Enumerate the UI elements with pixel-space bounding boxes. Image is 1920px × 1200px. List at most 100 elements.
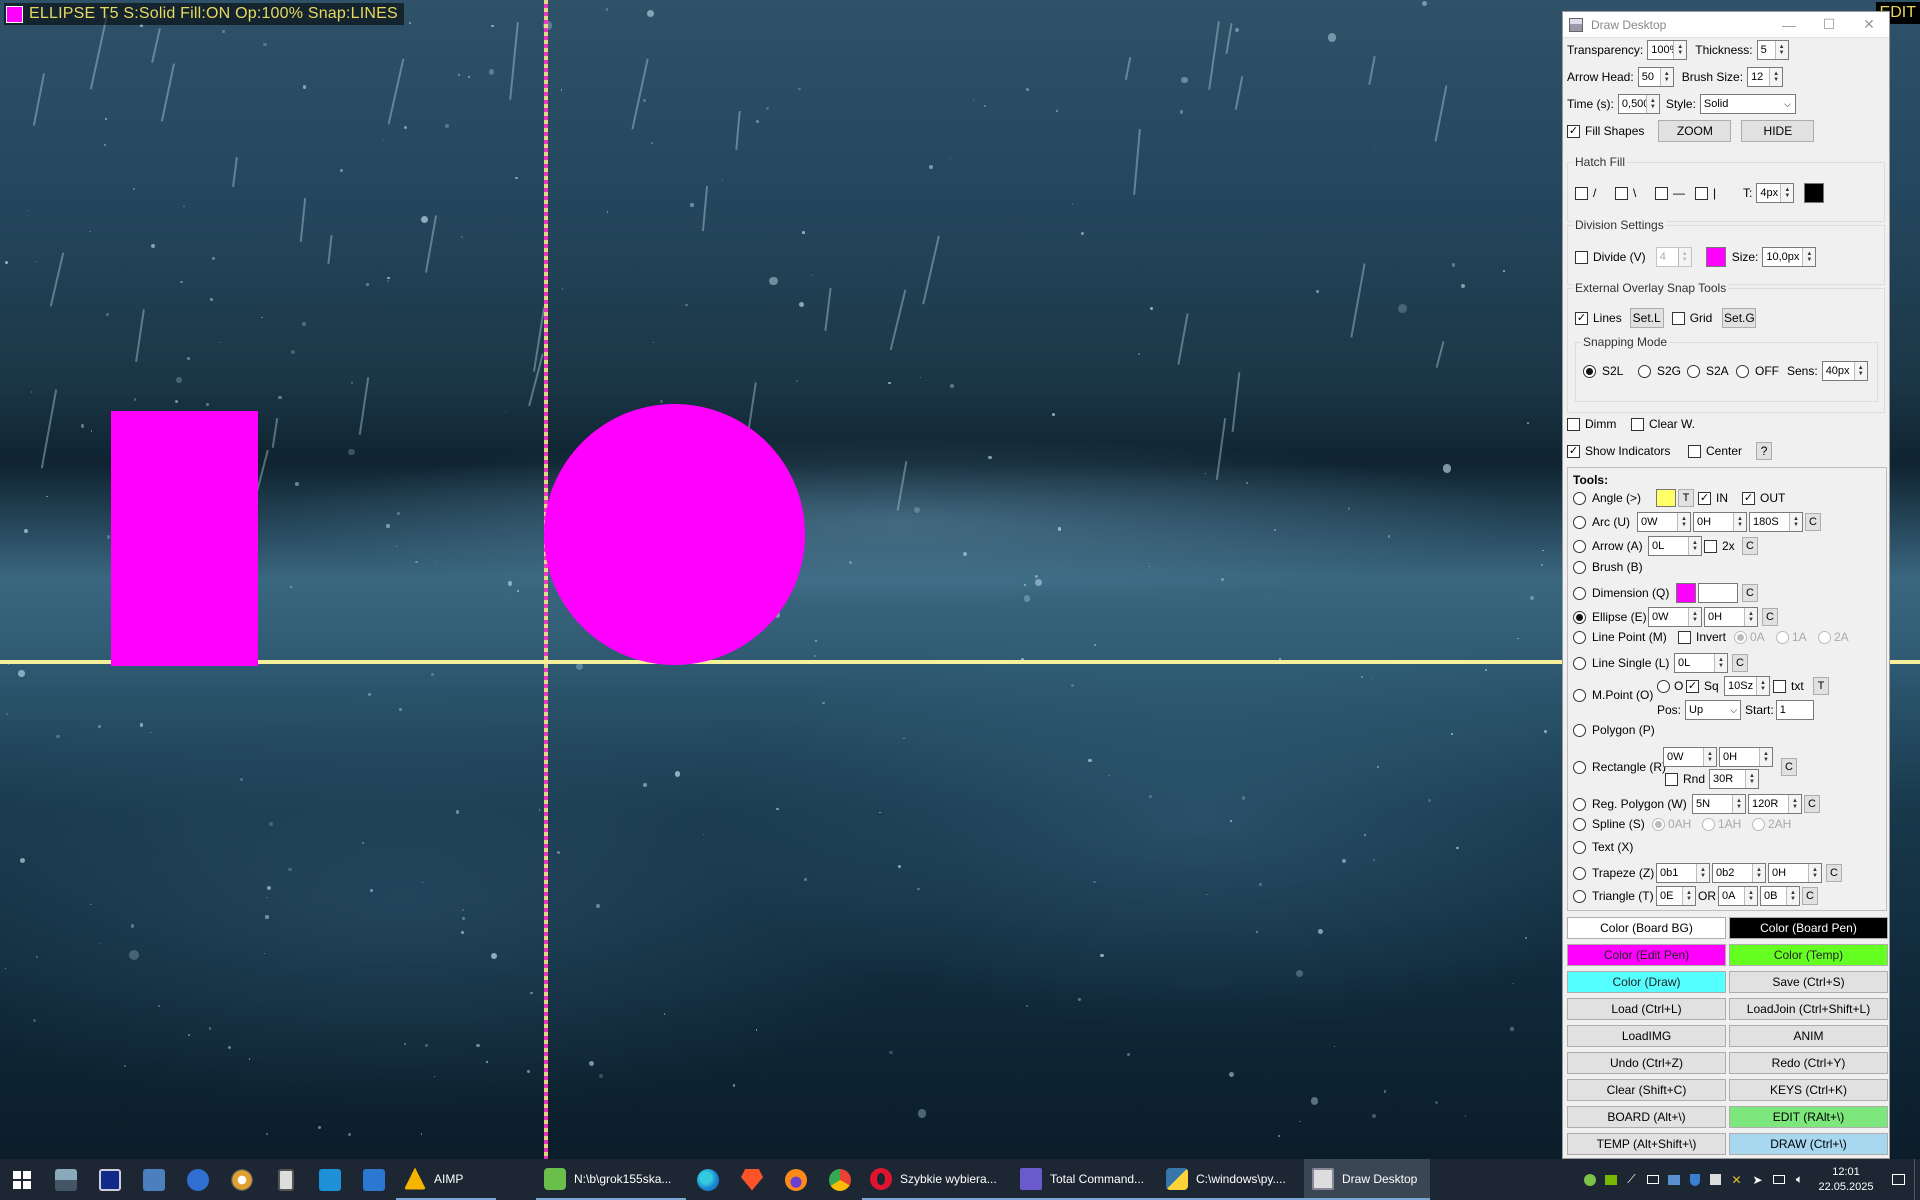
tray-game-icon[interactable] (1580, 1172, 1599, 1188)
taskbar-app-aimp[interactable]: AIMP (396, 1159, 496, 1200)
spline-1ah-radio[interactable] (1702, 817, 1715, 831)
tool-rectangle-radio[interactable] (1573, 760, 1586, 774)
rectangle-rnd-checkbox[interactable] (1665, 772, 1678, 786)
arrow-head-spinner[interactable]: 50 ▲ ▼ (1637, 67, 1674, 87)
arrow-2x-checkbox[interactable] (1704, 539, 1717, 553)
clear-w-checkbox[interactable] (1631, 417, 1644, 431)
mpoint-o-radio[interactable] (1657, 679, 1670, 693)
network-icon[interactable] (1769, 1172, 1788, 1188)
mpoint-pos-select[interactable]: Up ⌵ (1685, 700, 1742, 720)
action-button-save-ctrl-s[interactable]: Save (Ctrl+S) (1729, 971, 1888, 993)
line-point-1a-radio[interactable] (1776, 630, 1789, 644)
dimension-c-button[interactable]: C (1742, 584, 1758, 602)
line-single-c-button[interactable]: C (1732, 654, 1748, 672)
hatch-t-spinner[interactable]: 4px ▲ ▼ (1756, 183, 1795, 203)
tool-trapeze-radio[interactable] (1573, 866, 1586, 880)
tool-line-point-radio[interactable] (1573, 630, 1586, 644)
tool-brush-radio[interactable] (1573, 560, 1586, 574)
windows-start-icon[interactable] (0, 1159, 44, 1200)
mpoint-txt-checkbox[interactable] (1773, 679, 1786, 693)
mpoint-size-spinner[interactable]: 10Sz ▲ ▼ (1724, 676, 1770, 696)
rectangle-c-button[interactable]: C (1781, 758, 1797, 776)
ellipse-h-spinner[interactable]: 0H ▲ ▼ (1704, 607, 1758, 627)
hatch-vertical-checkbox[interactable] (1695, 186, 1708, 200)
center-checkbox[interactable] (1688, 444, 1701, 458)
tool-arc-radio[interactable] (1573, 515, 1586, 529)
triangle-a-spinner[interactable]: 0A ▲ ▼ (1718, 886, 1758, 906)
angle-out-checkbox[interactable]: ✓ (1742, 491, 1755, 505)
action-button-temp-alt-shift[interactable]: TEMP (Alt+Shift+\) (1567, 1133, 1726, 1155)
minimize-icon[interactable]: — (1769, 17, 1809, 33)
image-viewer-icon[interactable] (44, 1159, 88, 1200)
hatch-color-swatch[interactable] (1804, 183, 1825, 203)
arc-w-spinner[interactable]: 0W ▲ ▼ (1637, 512, 1691, 532)
tray-arrow-icon[interactable]: ⟋ (1622, 1172, 1641, 1188)
volume-icon[interactable]: 🔈︎ (1790, 1172, 1809, 1188)
action-button-draw-ctrl[interactable]: DRAW (Ctrl+\) (1729, 1133, 1888, 1155)
tool-arrow-radio[interactable] (1573, 539, 1586, 553)
tray-nvidia-icon[interactable] (1601, 1172, 1620, 1188)
tray-x-icon[interactable]: ✕ (1727, 1172, 1746, 1188)
show-desktop-button[interactable] (1914, 1159, 1920, 1200)
set-lines-button[interactable]: Set.L (1629, 308, 1664, 328)
rectangle-r-spinner[interactable]: 30R ▲ ▼ (1709, 769, 1759, 789)
dimension-color-swatch[interactable] (1676, 583, 1696, 603)
tool-angle-radio[interactable] (1573, 491, 1586, 505)
action-button-color-edit-pen[interactable]: Color (Edit Pen) (1567, 944, 1726, 966)
fill-shapes-checkbox[interactable]: ✓ (1567, 124, 1580, 138)
action-button-loadimg[interactable]: LoadIMG (1567, 1025, 1726, 1047)
hide-button[interactable]: HIDE (1741, 120, 1815, 142)
style-select[interactable]: Solid ⌵ (1699, 94, 1796, 114)
line-point-0a-radio[interactable] (1734, 630, 1747, 644)
arrow-c-button[interactable]: C (1742, 537, 1758, 555)
taskbar-app-total-commander[interactable]: Total Command... (1012, 1159, 1158, 1200)
hatch-slash-checkbox[interactable] (1575, 186, 1588, 200)
action-button-loadjoin-ctrl-shift-l[interactable]: LoadJoin (Ctrl+Shift+L) (1729, 998, 1888, 1020)
action-button-undo-ctrl-z[interactable]: Undo (Ctrl+Z) (1567, 1052, 1726, 1074)
tool-line-single-radio[interactable] (1573, 656, 1586, 670)
window-manager-icon[interactable] (352, 1159, 396, 1200)
tool-ellipse-radio[interactable] (1573, 610, 1586, 624)
division-color-swatch[interactable] (1705, 247, 1726, 267)
tool-spline-radio[interactable] (1573, 817, 1586, 831)
tool-text-radio[interactable] (1573, 840, 1586, 854)
tray-shield-icon[interactable] (1685, 1172, 1704, 1188)
action-button-anim[interactable]: ANIM (1729, 1025, 1888, 1047)
action-button-color-draw[interactable]: Color (Draw) (1567, 971, 1726, 993)
notifications-icon[interactable] (1883, 1172, 1913, 1188)
mpoint-t-button[interactable]: T (1813, 677, 1829, 695)
drawn-rectangle[interactable] (111, 411, 258, 666)
dimm-checkbox[interactable] (1567, 417, 1580, 431)
help-button[interactable]: ? (1756, 442, 1773, 460)
search-files-icon[interactable] (132, 1159, 176, 1200)
zoom-button[interactable]: ZOOM (1658, 120, 1732, 142)
action-button-redo-ctrl-y[interactable]: Redo (Ctrl+Y) (1729, 1052, 1888, 1074)
grid-checkbox[interactable] (1671, 311, 1685, 325)
set-grid-button[interactable]: Set.G (1722, 308, 1757, 328)
line-point-2a-radio[interactable] (1818, 630, 1831, 644)
division-size-spinner[interactable]: 10,0px ▲ ▼ (1762, 247, 1817, 267)
rectangle-w-spinner[interactable]: 0W ▲ ▼ (1663, 747, 1717, 767)
spline-2ah-radio[interactable] (1752, 817, 1765, 831)
tool-polygon-radio[interactable] (1573, 723, 1586, 737)
arrow-l-spinner[interactable]: 0L ▲ ▼ (1648, 536, 1702, 556)
arc-h-spinner[interactable]: 0H ▲ ▼ (1693, 512, 1747, 532)
triangle-c-button[interactable]: C (1802, 887, 1818, 905)
trapeze-h-spinner[interactable]: 0H ▲ ▼ (1768, 863, 1822, 883)
action-button-edit-ralt[interactable]: EDIT (RAlt+\) (1729, 1106, 1888, 1128)
mpoint-start-field[interactable]: 1 (1775, 700, 1814, 720)
action-button-color-board-pen[interactable]: Color (Board Pen) (1729, 917, 1888, 939)
tool-triangle-radio[interactable] (1573, 889, 1586, 903)
time-spinner[interactable]: 0,500▲▼ (1617, 94, 1660, 114)
reg-polygon-c-button[interactable]: C (1804, 795, 1820, 813)
calculator-icon[interactable] (264, 1159, 308, 1200)
action-button-color-board-bg[interactable]: Color (Board BG) (1567, 917, 1726, 939)
taskbar-app-draw-desktop[interactable]: Draw Desktop (1304, 1159, 1430, 1200)
tool-reg-polygon-radio[interactable] (1573, 797, 1586, 811)
sens-spinner[interactable]: 40px ▲ ▼ (1821, 361, 1868, 381)
snap-off-radio[interactable] (1736, 364, 1749, 378)
hatch-backslash-checkbox[interactable] (1615, 186, 1628, 200)
tray-cursor-icon[interactable]: ➤ (1748, 1172, 1767, 1188)
action-button-load-ctrl-l[interactable]: Load (Ctrl+L) (1567, 998, 1726, 1020)
rectangle-h-spinner[interactable]: 0H ▲ ▼ (1719, 747, 1773, 767)
